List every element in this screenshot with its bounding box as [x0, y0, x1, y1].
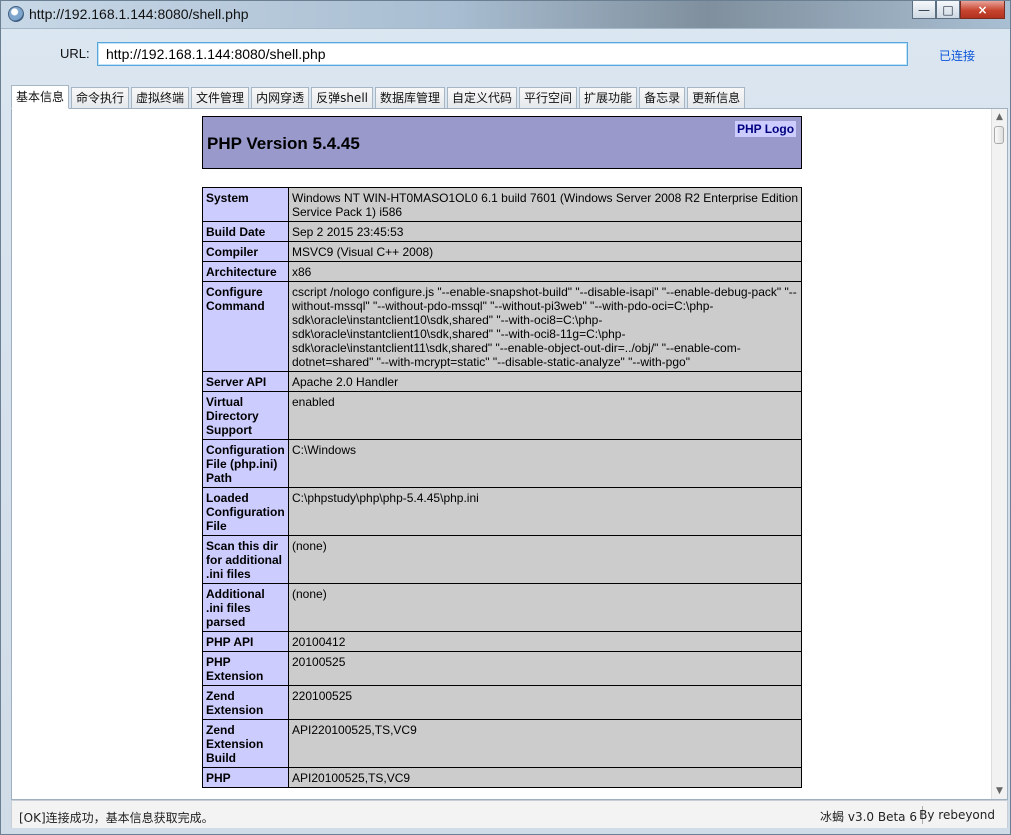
php-version-header: PHP Version 5.4.45 PHP Logo — [202, 116, 802, 169]
tab-database-manager[interactable]: 数据库管理 — [375, 87, 446, 109]
table-value-zend-extension: 220100525 — [288, 685, 802, 720]
table-key-php-extension-build: PHP — [202, 767, 289, 788]
table-key-compiler: Compiler — [202, 241, 289, 262]
version-label: 冰蝎 v3.0 Beta 6 — [820, 810, 917, 824]
table-row: Server API Apache 2.0 Handler — [202, 371, 802, 392]
table-key-php-extension: PHP Extension — [202, 651, 289, 686]
status-bar: [OK]连接成功，基本信息获取完成。 冰蝎 v3.0 Beta 6 By reb… — [11, 800, 1008, 828]
application-icon — [8, 6, 24, 22]
php-logo: PHP Logo — [735, 121, 796, 137]
table-value-zend-extension-build: API220100525,TS,VC9 — [288, 719, 802, 768]
table-row: Build Date Sep 2 2015 23:45:53 — [202, 221, 802, 242]
table-row: Loaded Configuration File C:\phpstudy\ph… — [202, 487, 802, 536]
table-key-architecture: Architecture — [202, 261, 289, 282]
status-message: [OK]连接成功，基本信息获取完成。 — [19, 811, 214, 825]
table-value-compiler: MSVC9 (Visual C++ 2008) — [288, 241, 802, 262]
basic-info-content: PHP Version 5.4.45 PHP Logo System Windo… — [11, 108, 1008, 800]
table-value-build-date: Sep 2 2015 23:45:53 — [288, 221, 802, 242]
tab-memo[interactable]: 备忘录 — [639, 87, 686, 109]
table-key-scan-dir: Scan this dir for additional .ini files — [202, 535, 289, 584]
table-value-php-extension-build: API20100525,TS,VC9 — [288, 767, 802, 788]
table-row: Configuration File (php.ini) Path C:\Win… — [202, 439, 802, 488]
table-value-php-extension: 20100525 — [288, 651, 802, 686]
shell-manager-window: http://192.168.1.144:8080/shell.php — □ … — [0, 0, 1011, 835]
table-row: Additional .ini files parsed (none) — [202, 583, 802, 632]
close-button[interactable]: × — [960, 1, 1005, 19]
url-input[interactable] — [97, 42, 908, 66]
table-key-system: System — [202, 187, 289, 222]
scroll-thumb[interactable] — [994, 126, 1004, 144]
table-value-virtual-directory-support: enabled — [288, 391, 802, 440]
table-row: Scan this dir for additional .ini files … — [202, 535, 802, 584]
tab-reverse-shell[interactable]: 反弹shell — [311, 87, 373, 109]
table-value-server-api: Apache 2.0 Handler — [288, 371, 802, 392]
tab-virtual-terminal[interactable]: 虚拟终端 — [131, 87, 190, 109]
table-key-server-api: Server API — [202, 371, 289, 392]
phpinfo-table: System Windows NT WIN-HT0MASO1OL0 6.1 bu… — [202, 187, 802, 788]
tab-parallel-space[interactable]: 平行空间 — [519, 87, 578, 109]
main-tabs: 基本信息 命令执行 虚拟终端 文件管理 内网穿透 反弹shell 数据库管理 自… — [11, 85, 746, 109]
table-value-system: Windows NT WIN-HT0MASO1OL0 6.1 build 760… — [288, 187, 802, 222]
tab-command-exec[interactable]: 命令执行 — [71, 87, 130, 109]
table-key-loaded-configuration-file: Loaded Configuration File — [202, 487, 289, 536]
table-row: PHP API20100525,TS,VC9 — [202, 767, 802, 788]
tab-basic-info[interactable]: 基本信息 — [11, 85, 70, 109]
scroll-down-icon[interactable]: ▼ — [992, 783, 1007, 799]
connection-status: 已连接 — [939, 49, 976, 63]
table-row: Zend Extension 220100525 — [202, 685, 802, 720]
author-label: By rebeyond — [919, 808, 995, 822]
table-key-additional-ini-files: Additional .ini files parsed — [202, 583, 289, 632]
minimize-button[interactable]: — — [912, 1, 936, 19]
url-toolbar: URL: 已连接 — [1, 30, 1010, 80]
table-key-zend-extension: Zend Extension — [202, 685, 289, 720]
scroll-up-icon[interactable]: ▲ — [992, 109, 1007, 125]
content-scrollbar[interactable]: ▲ ▼ — [991, 109, 1007, 799]
table-value-scan-dir: (none) — [288, 535, 802, 584]
table-key-configuration-file-path: Configuration File (php.ini) Path — [202, 439, 289, 488]
url-label: URL: — [60, 46, 90, 61]
tab-custom-code[interactable]: 自定义代码 — [447, 87, 518, 109]
table-key-configure-command: Configure Command — [202, 281, 289, 372]
tab-extensions[interactable]: 扩展功能 — [579, 87, 638, 109]
tab-intranet-tunnel[interactable]: 内网穿透 — [251, 87, 310, 109]
table-row: System Windows NT WIN-HT0MASO1OL0 6.1 bu… — [202, 187, 802, 222]
table-value-configure-command: cscript /nologo configure.js "--enable-s… — [288, 281, 802, 372]
table-key-zend-extension-build: Zend Extension Build — [202, 719, 289, 768]
table-row: Configure Command cscript /nologo config… — [202, 281, 802, 372]
table-value-configuration-file-path: C:\Windows — [288, 439, 802, 488]
table-row: Compiler MSVC9 (Visual C++ 2008) — [202, 241, 802, 262]
table-value-architecture: x86 — [288, 261, 802, 282]
window-titlebar: http://192.168.1.144:8080/shell.php — □ … — [1, 1, 1010, 29]
table-row: Architecture x86 — [202, 261, 802, 282]
table-key-php-api: PHP API — [202, 631, 289, 652]
table-key-virtual-directory-support: Virtual Directory Support — [202, 391, 289, 440]
tab-update-info[interactable]: 更新信息 — [687, 87, 746, 109]
php-version-title: PHP Version 5.4.45 — [207, 134, 360, 153]
table-row: PHP API 20100412 — [202, 631, 802, 652]
window-controls: — □ × — [912, 1, 1005, 21]
table-value-loaded-configuration-file: C:\phpstudy\php\php-5.4.45\php.ini — [288, 487, 802, 536]
table-value-php-api: 20100412 — [288, 631, 802, 652]
phpinfo-page: PHP Version 5.4.45 PHP Logo System Windo… — [12, 109, 992, 799]
table-key-build-date: Build Date — [202, 221, 289, 242]
table-row: PHP Extension 20100525 — [202, 651, 802, 686]
table-row: Virtual Directory Support enabled — [202, 391, 802, 440]
table-row: Zend Extension Build API220100525,TS,VC9 — [202, 719, 802, 768]
tab-file-manager[interactable]: 文件管理 — [191, 87, 250, 109]
maximize-button[interactable]: □ — [936, 1, 960, 19]
window-title: http://192.168.1.144:8080/shell.php — [29, 6, 249, 22]
table-value-additional-ini-files: (none) — [288, 583, 802, 632]
